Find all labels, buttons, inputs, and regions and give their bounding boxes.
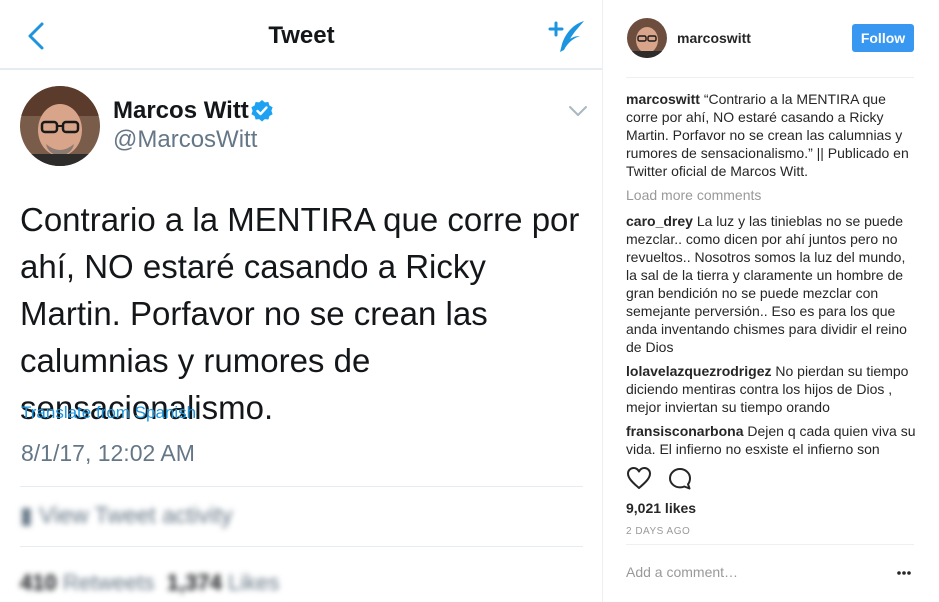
verified-badge-icon [251, 100, 273, 122]
author-name[interactable]: Marcos Witt [113, 97, 249, 125]
divider [20, 546, 583, 547]
retweets-label: Retweets [62, 570, 155, 595]
comment-item: caro_drey La luz y las tinieblas no se p… [626, 212, 916, 356]
tweet-stats: 410 Retweets 1,374 Likes [20, 570, 279, 596]
heart-icon[interactable] [626, 466, 652, 490]
add-comment-input[interactable] [626, 562, 876, 582]
activity-chart-icon: ▮ [20, 502, 40, 528]
instagram-side-panel: marcoswitt Follow marcoswitt “Contrario … [604, 0, 939, 602]
comments-section: marcoswitt “Contrario a la MENTIRA que c… [626, 90, 916, 458]
divider [626, 544, 914, 545]
profile-username[interactable]: marcoswitt [677, 30, 751, 46]
tweet-header-bar: Tweet [0, 0, 602, 70]
compose-tweet-icon[interactable] [546, 18, 588, 56]
load-more-comments-link[interactable]: Load more comments [626, 186, 916, 204]
comment-username[interactable]: fransisconarbona [626, 423, 743, 439]
comment-username[interactable]: caro_drey [626, 213, 693, 229]
comment-item: lolavelazquezrodrigez No pierdan su tiem… [626, 362, 916, 416]
profile-avatar[interactable] [627, 18, 667, 58]
retweets-count: 410 [20, 570, 57, 595]
comment-item: fransisconarbona Dejen q cada quien viva… [626, 422, 916, 458]
more-options-icon[interactable] [896, 570, 912, 576]
translate-link[interactable]: Translate from Spanish [21, 403, 196, 423]
divider [626, 77, 914, 78]
tweet-date: 8/1/17, 12:02 AM [21, 440, 195, 466]
tweet-text: Contrario a la MENTIRA que corre por ahí… [20, 201, 580, 426]
tweet-header-title: Tweet [268, 22, 335, 49]
view-tweet-activity[interactable]: ▮ View Tweet activity [20, 502, 233, 529]
likes-label: Likes [227, 570, 280, 595]
caret-down-icon[interactable] [568, 104, 588, 118]
author-handle[interactable]: @MarcosWitt [113, 126, 257, 154]
tweet-screenshot: Tweet Marcos Witt @MarcosWitt Contrario … [0, 0, 603, 602]
author-avatar[interactable] [20, 86, 100, 166]
comment-text: La luz y las tinieblas no se puede mezcl… [626, 213, 907, 355]
post-timestamp[interactable]: 2 DAYS AGO [626, 526, 690, 537]
divider [20, 486, 583, 487]
post-caption: marcoswitt “Contrario a la MENTIRA que c… [626, 90, 916, 180]
caption-username[interactable]: marcoswitt [626, 91, 700, 107]
comment-bubble-icon[interactable] [668, 467, 692, 491]
likes-count[interactable]: 9,021 likes [626, 500, 696, 516]
activity-label: View Tweet activity [39, 502, 233, 528]
likes-count: 1,374 [166, 570, 222, 595]
comment-username[interactable]: lolavelazquezrodrigez [626, 363, 771, 379]
follow-button[interactable]: Follow [852, 24, 914, 52]
